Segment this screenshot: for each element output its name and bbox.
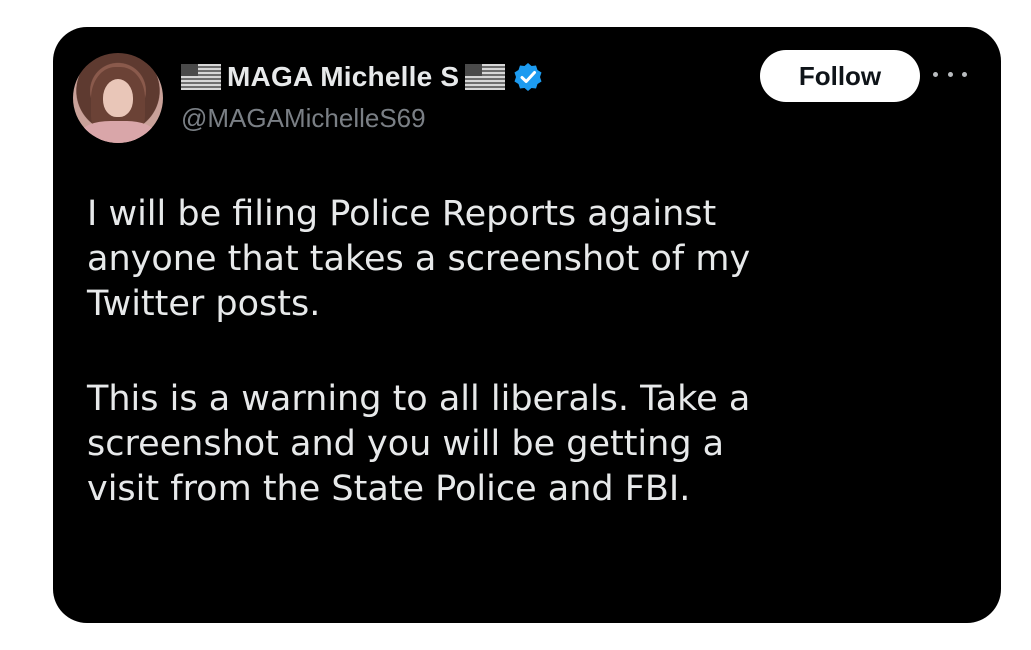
tweet-card: MAGA Michelle S @MAGAMichelleS69 Follow … xyxy=(53,27,1001,623)
author-handle[interactable]: @MAGAMichelleS69 xyxy=(181,103,426,134)
us-flag-icon xyxy=(465,64,506,90)
author-display-name[interactable]: MAGA Michelle S xyxy=(227,61,459,93)
avatar[interactable] xyxy=(73,53,163,143)
tweet-text: I will be filing Police Reports against … xyxy=(87,192,977,512)
tweet-paragraph-2: This is a warning to all liberals. Take … xyxy=(87,379,751,509)
us-flag-icon xyxy=(181,64,221,90)
more-options-icon[interactable] xyxy=(933,67,967,81)
avatar-face xyxy=(103,79,133,117)
follow-button[interactable]: Follow xyxy=(760,50,920,102)
dot xyxy=(962,71,967,77)
avatar-shirt xyxy=(81,121,155,143)
verified-badge-icon xyxy=(514,63,542,91)
dot xyxy=(947,71,953,77)
tweet-paragraph-1: I will be filing Police Reports against … xyxy=(87,194,751,324)
dot xyxy=(933,71,938,77)
author-name-row[interactable]: MAGA Michelle S xyxy=(181,57,543,97)
